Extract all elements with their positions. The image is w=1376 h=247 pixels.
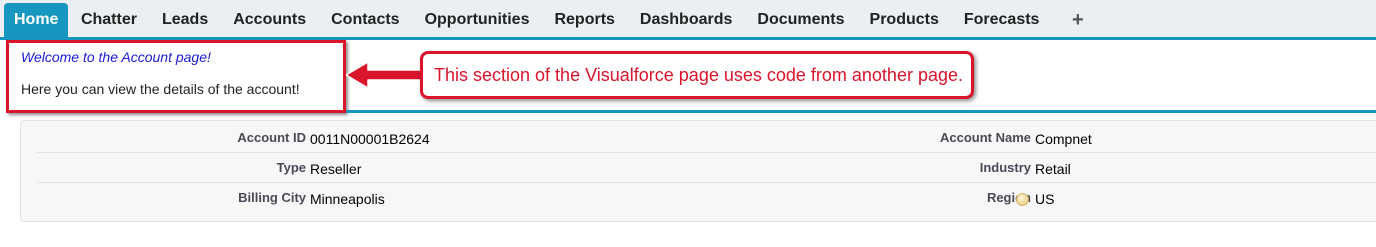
annotation-callout: This section of the Visualforce page use… — [420, 51, 974, 99]
annotation-arrow-icon — [346, 61, 422, 89]
tab-list: Home Chatter Leads Accounts Contacts Opp… — [4, 3, 1104, 37]
detail-row: Billing City Minneapolis Region US — [37, 183, 1376, 213]
tab-chatter[interactable]: Chatter — [68, 3, 149, 37]
billing-city-label: Billing City — [238, 190, 306, 205]
tab-forecasts[interactable]: Forecasts — [951, 3, 1052, 37]
tab-contacts[interactable]: Contacts — [319, 3, 412, 37]
account-name-value: Compnet — [1035, 131, 1092, 147]
tab-dashboards[interactable]: Dashboards — [627, 3, 744, 37]
welcome-title: Welcome to the Account page! — [21, 49, 211, 65]
tab-opportunities[interactable]: Opportunities — [412, 3, 542, 37]
account-name-label: Account Name — [939, 130, 1031, 145]
info-icon[interactable] — [1016, 193, 1029, 206]
region-value: US — [1035, 191, 1055, 207]
tab-documents[interactable]: Documents — [745, 3, 857, 37]
tab-bar: Home Chatter Leads Accounts Contacts Opp… — [0, 0, 1376, 40]
account-id-value: 0011N00001B2624 — [310, 131, 430, 147]
type-value: Reseller — [310, 161, 362, 177]
industry-value: Retail — [1035, 161, 1071, 177]
tab-leads[interactable]: Leads — [149, 3, 220, 37]
detail-row: Account ID 0011N00001B2624 Account Name … — [37, 123, 1376, 153]
welcome-section: Welcome to the Account page! Here you ca… — [6, 40, 346, 113]
tab-products[interactable]: Products — [857, 3, 951, 37]
tab-home[interactable]: Home — [4, 3, 69, 37]
tab-accounts[interactable]: Accounts — [221, 3, 319, 37]
account-detail-panel: Account ID 0011N00001B2624 Account Name … — [20, 120, 1376, 222]
type-label: Type — [276, 160, 306, 175]
section-divider — [346, 110, 1376, 113]
plus-icon[interactable]: + — [1052, 3, 1104, 37]
industry-label: Industry — [979, 160, 1031, 175]
tab-reports[interactable]: Reports — [542, 3, 627, 37]
welcome-subtitle: Here you can view the details of the acc… — [21, 81, 300, 97]
billing-city-value: Minneapolis — [310, 191, 385, 207]
detail-row: Type Reseller Industry Retail — [37, 153, 1376, 183]
account-id-label: Account ID — [237, 130, 306, 145]
